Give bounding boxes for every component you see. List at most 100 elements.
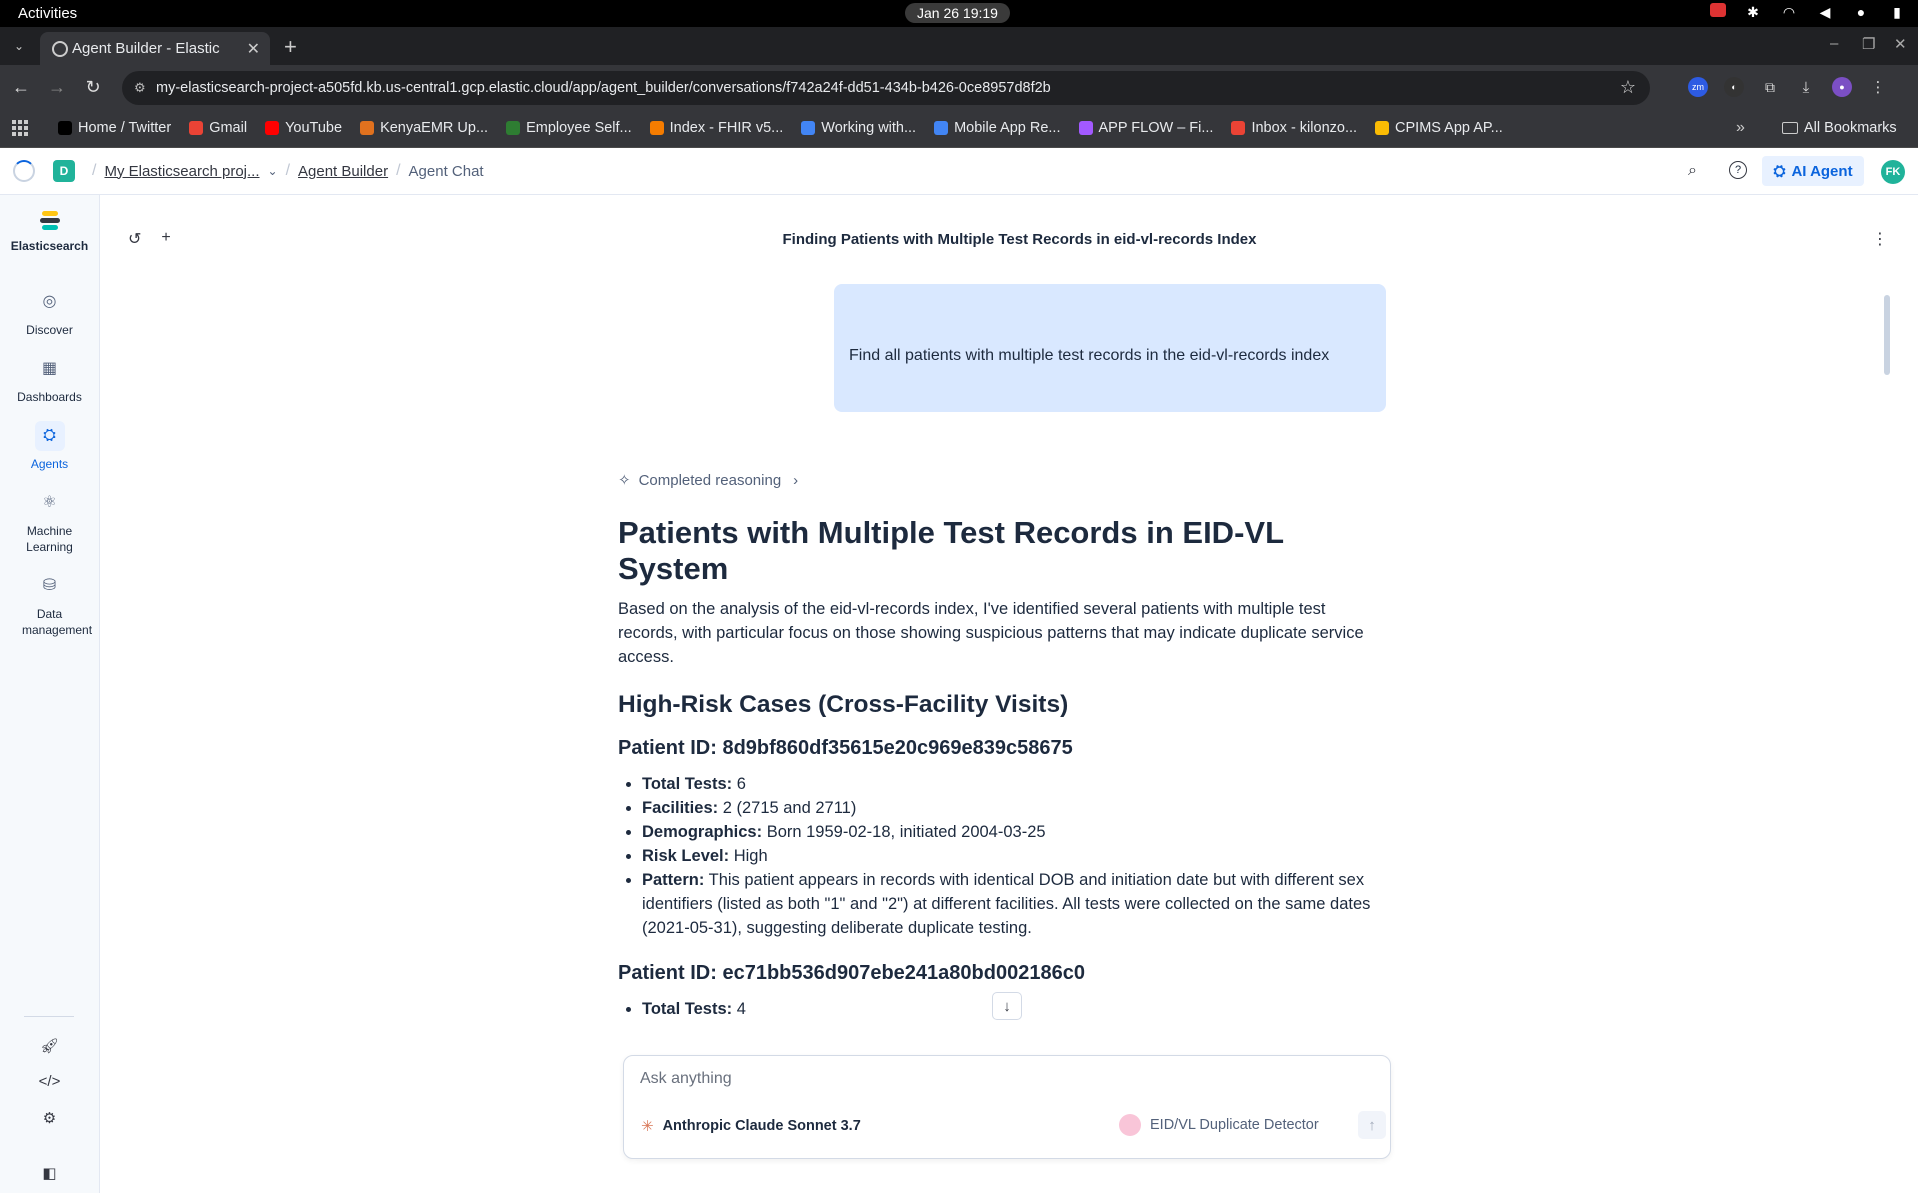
site-info-icon[interactable]: ⚙ [134, 80, 150, 96]
bookmark-item[interactable]: KenyaEMR Up... [360, 120, 488, 136]
elasticsearch-logo[interactable]: Elasticsearch [0, 211, 99, 253]
scroll-to-bottom-button[interactable]: ↓ [992, 992, 1022, 1020]
new-tab-icon[interactable]: + [284, 34, 297, 60]
system-tray[interactable]: ✱ ◠ ◀ ● ▮ [1710, 3, 1906, 21]
gear-icon[interactable]: ⚙ [0, 1109, 99, 1127]
bookmark-item[interactable]: Home / Twitter [58, 120, 171, 136]
scrollbar[interactable] [1884, 295, 1890, 375]
dashboard-icon: ▦ [41, 360, 58, 378]
bookmark-label: YouTube [285, 120, 343, 136]
nav-item-machine-learning[interactable]: ⚛ Machine Learning [0, 488, 99, 555]
space-avatar[interactable]: D [53, 160, 75, 182]
response-heading: Patients with Multiple Test Records in E… [618, 515, 1284, 586]
back-icon[interactable]: ← [10, 77, 32, 98]
robot-icon: ⛭ [34, 421, 65, 451]
battery-icon[interactable]: ▮ [1888, 3, 1906, 21]
profile-avatar-icon[interactable]: ● [1832, 77, 1852, 97]
bookmark-favicon-icon [265, 121, 280, 135]
record-icon[interactable] [1710, 3, 1726, 17]
bookmark-list: Home / Twitter Gmail YouTube KenyaEMR Up...… [58, 120, 1503, 136]
rocket-icon[interactable]: 🚀︎ [0, 1037, 99, 1055]
bookmark-item[interactable]: Employee Self... [506, 120, 632, 136]
zoom-extension-icon[interactable]: zm [1688, 77, 1708, 97]
microphone-icon[interactable]: ● [1852, 3, 1870, 21]
bookmark-star-icon[interactable]: ☆ [1620, 77, 1636, 98]
chat-input[interactable] [640, 1070, 1340, 1088]
reload-icon[interactable]: ↻ [82, 77, 104, 98]
list-item: Facilities: 2 (2715 and 2711) [642, 796, 1388, 820]
extensions-puzzle-icon[interactable]: ⧉ [1760, 77, 1780, 97]
bookmark-item[interactable]: Working with... [801, 120, 916, 136]
all-bookmarks-button[interactable]: All Bookmarks [1782, 120, 1897, 136]
reasoning-toggle[interactable]: ✧ Completed reasoning › [618, 471, 798, 490]
nav-item-agents[interactable]: ⛭ Agents [0, 421, 99, 472]
breadcrumb-agent-builder[interactable]: Agent Builder [298, 163, 388, 180]
minimize-icon[interactable]: – [1830, 35, 1838, 52]
url-bar[interactable]: ⚙ my-elasticsearch-project-a505fd.kb.us-… [122, 71, 1650, 105]
slack-icon[interactable]: ✱ [1744, 3, 1762, 21]
help-icon[interactable]: ? [1729, 161, 1747, 179]
collapse-nav-icon[interactable]: ◧ [0, 1164, 99, 1182]
ai-agent-label: AI Agent [1791, 162, 1853, 180]
breadcrumb-project[interactable]: My Elasticsearch proj... [104, 163, 259, 180]
more-bookmarks-icon[interactable]: » [1736, 119, 1745, 137]
close-tab-icon[interactable]: ✕ [247, 39, 260, 59]
code-icon[interactable]: </> [0, 1073, 99, 1090]
url-text[interactable]: my-elasticsearch-project-a505fd.kb.us-ce… [156, 80, 1051, 96]
history-icon[interactable]: ↺ [128, 229, 141, 249]
bookmark-favicon-icon [58, 121, 72, 135]
folder-icon [1782, 122, 1798, 134]
nav-label: Agents [30, 457, 69, 471]
list-item: Pattern: This patient appears in records… [642, 868, 1388, 940]
section-heading: High-Risk Cases (Cross-Facility Visits) [618, 691, 1069, 718]
agent-selector[interactable]: EID/VL Duplicate Detector [1119, 1114, 1319, 1136]
patient-heading: Patient ID: ec71bb536d907ebe241a80bd0021… [618, 962, 1085, 984]
download-icon[interactable]: ⤓ [1796, 77, 1816, 97]
compass-icon: ◎ [42, 293, 57, 311]
nav-item-dashboards[interactable]: ▦ Dashboards [0, 354, 99, 405]
browser-menu-icon[interactable]: ⋮ [1868, 77, 1888, 97]
new-conversation-icon[interactable]: + [161, 229, 170, 249]
user-avatar[interactable]: FK [1881, 160, 1905, 184]
bookmark-label: Index - FHIR v5... [669, 120, 784, 136]
elastic-logo-icon [39, 211, 61, 233]
wifi-icon[interactable]: ◠ [1780, 3, 1798, 21]
apps-grid-icon[interactable] [12, 120, 28, 136]
maximize-icon[interactable]: ❐ [1862, 35, 1875, 53]
activities-button[interactable]: Activities [18, 5, 77, 22]
model-selector[interactable]: ✳ Anthropic Claude Sonnet 3.7 [641, 1117, 861, 1135]
anthropic-icon: ✳ [641, 1118, 654, 1135]
kibana-header: D / My Elasticsearch proj... ⌄ / Agent B… [0, 148, 1918, 195]
browser-tab[interactable]: Agent Builder - Elastic ✕ [40, 32, 270, 65]
more-options-icon[interactable]: ⋮ [1872, 229, 1888, 249]
bookmark-item[interactable]: APP FLOW – Fi... [1078, 120, 1213, 136]
ai-agent-button[interactable]: ⛭ AI Agent [1762, 156, 1864, 186]
chevron-down-icon[interactable]: ⌄ [268, 164, 278, 178]
bookmark-item[interactable]: YouTube [265, 120, 342, 136]
breadcrumb: / My Elasticsearch proj... ⌄ / Agent Bui… [92, 162, 484, 180]
tab-search-icon[interactable]: ⌄ [8, 35, 30, 57]
conversation-title: Finding Patients with Multiple Test Reco… [782, 231, 1257, 248]
nav-item-discover[interactable]: ◎ Discover [0, 287, 99, 338]
patient-heading: Patient ID: 8d9bf860df35615e20c969e839c5… [618, 737, 1073, 759]
dark-mode-extension-icon[interactable]: ◐ [1724, 77, 1744, 97]
nav-item-data-management[interactable]: ⛁ Data management [0, 571, 99, 638]
bookmark-item[interactable]: Mobile App Re... [934, 120, 1061, 136]
search-icon[interactable]: ⌕ [1688, 162, 1697, 180]
breadcrumb-separator: / [396, 162, 401, 179]
agent-response: Patients with Multiple Test Records in E… [618, 515, 1388, 1040]
close-window-icon[interactable]: ✕ [1894, 35, 1907, 53]
bookmark-item[interactable]: Inbox - kilonzo... [1231, 120, 1357, 136]
bookmark-favicon-icon [1078, 121, 1093, 135]
bookmark-item[interactable]: Gmail [189, 120, 247, 136]
bookmark-item[interactable]: CPIMS App AP... [1375, 120, 1503, 136]
model-name: Anthropic Claude Sonnet 3.7 [662, 1118, 861, 1134]
all-bookmarks-label: All Bookmarks [1804, 120, 1897, 136]
bookmark-item[interactable]: Index - FHIR v5... [649, 120, 784, 136]
send-button[interactable]: ↑ [1358, 1111, 1386, 1139]
bookmark-favicon-icon [1375, 121, 1390, 135]
volume-icon[interactable]: ◀ [1816, 3, 1834, 21]
bookmark-favicon-icon [801, 121, 816, 135]
forward-icon[interactable]: → [46, 77, 68, 98]
clock[interactable]: Jan 26 19:19 [905, 3, 1010, 23]
